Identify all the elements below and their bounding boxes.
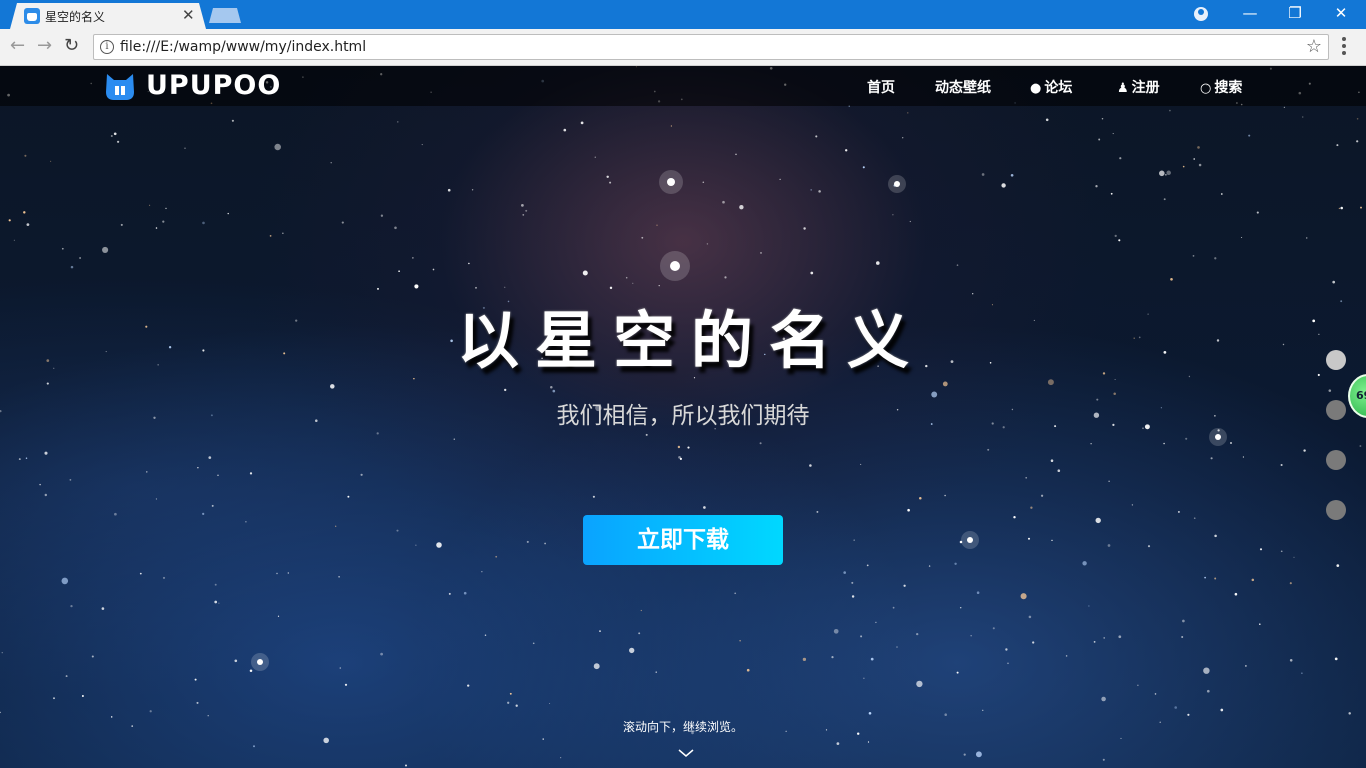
info-icon[interactable]: i xyxy=(100,40,114,54)
badge-count: 69 xyxy=(1356,389,1366,402)
logo-text[interactable]: UPUPOO xyxy=(146,70,281,101)
web-page: UPUPOO 首页 动态壁纸 ● 论坛 ♟ 注册 ○ 搜索 以星空的名义 我们相信，所… xyxy=(0,66,1366,768)
nav-item-label: 搜索 xyxy=(1214,80,1243,96)
bookmark-star-icon[interactable]: ☆ xyxy=(1306,36,1322,57)
nav-item-label: 论坛 xyxy=(1044,80,1073,96)
tab-title: 星空的名义 xyxy=(45,10,106,24)
browser-toolbar: ← → ↻ i file:///E:/wamp/www/my/index.htm… xyxy=(0,29,1366,66)
nav-item-label: 动态壁纸 xyxy=(935,80,991,96)
favicon-icon xyxy=(24,8,40,24)
page-dot-2[interactable] xyxy=(1326,400,1346,420)
page-dot-4[interactable] xyxy=(1326,500,1346,520)
nav-item-search[interactable]: ○ 搜索 xyxy=(1200,77,1242,97)
new-tab-button[interactable] xyxy=(209,8,241,23)
download-button[interactable]: 立即下载 xyxy=(583,515,783,565)
nav-item-label: 首页 xyxy=(867,80,895,96)
browser-menu-icon[interactable] xyxy=(1342,37,1346,55)
reload-icon[interactable]: ↻ xyxy=(64,35,79,56)
restore-icon[interactable]: ❐ xyxy=(1285,4,1305,22)
back-icon[interactable]: ← xyxy=(10,35,25,56)
site-header: UPUPOO 首页 动态壁纸 ● 论坛 ♟ 注册 ○ 搜索 xyxy=(0,66,1366,106)
nav-item-label: 注册 xyxy=(1131,80,1160,96)
hero-subtitle: 我们相信，所以我们期待 xyxy=(556,403,810,429)
nav-item-register[interactable]: ♟ 注册 xyxy=(1117,77,1160,97)
search-icon: ○ xyxy=(1200,81,1212,96)
close-tab-icon[interactable]: ✕ xyxy=(182,6,195,24)
browser-tab[interactable]: 星空的名义 ✕ xyxy=(10,3,206,29)
minimize-icon[interactable]: — xyxy=(1240,4,1260,22)
user-icon: ♟ xyxy=(1117,81,1129,96)
browser-titlebar: 星空的名义 ✕ — ❐ ✕ xyxy=(0,0,1366,29)
close-window-icon[interactable]: ✕ xyxy=(1331,4,1351,22)
scroll-hint: 滚动向下，继续浏览。 xyxy=(622,720,743,734)
forward-icon[interactable]: → xyxy=(37,35,52,56)
nav-item-forum[interactable]: ● 论坛 xyxy=(1030,77,1072,97)
page-dot-3[interactable] xyxy=(1326,450,1346,470)
url-text[interactable]: file:///E:/wamp/www/my/index.html xyxy=(120,39,366,55)
chevron-down-icon[interactable] xyxy=(678,749,694,757)
address-bar[interactable]: i file:///E:/wamp/www/my/index.html ☆ xyxy=(93,34,1329,60)
nav-item-wallpapers[interactable]: 动态壁纸 xyxy=(935,77,991,97)
page-dot-1[interactable] xyxy=(1326,350,1346,370)
hero-title: 以星空的名义 xyxy=(456,304,925,377)
account-icon[interactable] xyxy=(1194,7,1208,21)
cat-logo-icon[interactable] xyxy=(104,72,136,101)
nav-item-home[interactable]: 首页 xyxy=(867,77,895,97)
comments-icon: ● xyxy=(1030,81,1042,96)
